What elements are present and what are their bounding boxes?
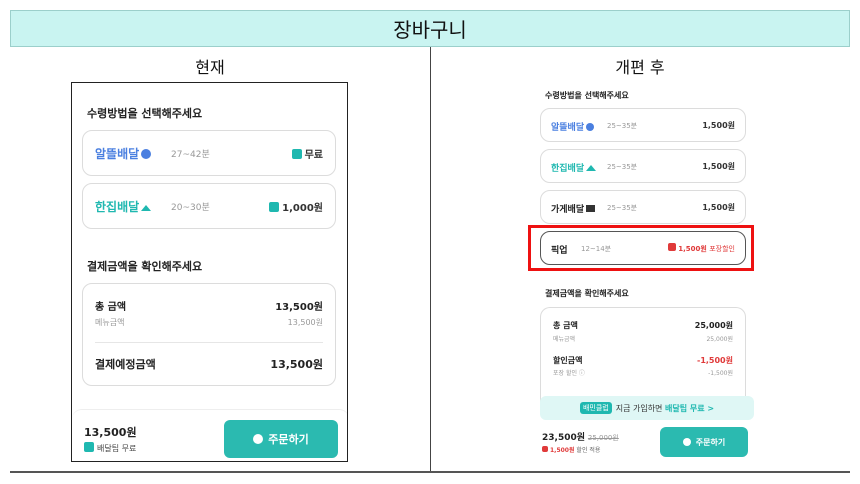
promo-text: 지금 가입하면 — [615, 403, 663, 413]
delivery-tip-icon — [291, 149, 302, 159]
footer-discount-note: 할인 적용 — [576, 447, 601, 454]
delivery-option-alddeul[interactable]: 알뜰배달 27~42분 무료 — [82, 130, 336, 176]
revised-heading: 개편 후 — [615, 58, 665, 77]
footer-total: 23,500원 — [542, 433, 586, 443]
payment-summary-card: 총 금액 25,000원 메뉴금액 25,000원 할인금액 -1,500원 포… — [540, 307, 746, 407]
promo-link[interactable]: 배달팁 무료 > — [665, 403, 714, 414]
delivery-tip-icon — [269, 202, 280, 212]
option-name: 한집배달 — [551, 164, 585, 174]
house-icon — [141, 205, 152, 211]
delivery-tip-icon — [84, 442, 94, 452]
option-time: 25~35분 — [607, 122, 638, 130]
current-heading: 현재 — [195, 58, 225, 77]
delivery-section-label: 수령방법을 선택해주세요 — [545, 91, 629, 100]
option-time: 20~30분 — [171, 203, 210, 213]
order-icon — [253, 434, 264, 444]
option-name: 한집배달 — [95, 200, 140, 214]
option-name: 알뜰배달 — [551, 123, 585, 133]
option-price: 1,500원 — [702, 162, 735, 171]
discount-value: -1,500원 — [697, 356, 733, 365]
footer-total: 13,500원 — [84, 426, 137, 439]
pack-discount-label: 포장 할인 ⓘ — [553, 370, 585, 377]
order-button-label: 주문하기 — [695, 437, 726, 447]
total-value: 13,500원 — [275, 302, 323, 313]
check-circle-icon — [586, 123, 595, 131]
option-name: 가게배달 — [551, 205, 585, 215]
page-title: 장바구니 — [10, 10, 850, 47]
payment-section-label: 결제금액을 확인해주세요 — [87, 260, 203, 273]
pickup-highlight-box — [528, 225, 754, 271]
option-price: 무료 — [304, 150, 323, 161]
option-time: 25~35분 — [607, 204, 638, 212]
payment-section-label: 결제금액을 확인해주세요 — [545, 289, 629, 298]
footer-original: 25,000원 — [587, 434, 619, 442]
order-footer: 23,500원 25,000원 1,500원 할인 적용 주문하기 — [532, 420, 756, 462]
current-phone-screen: 수령방법을 선택해주세요 알뜰배달 27~42분 무료 한집배달 20~30분 … — [71, 82, 348, 462]
option-price: 1,500원 — [702, 121, 735, 130]
expected-label: 결제예정금액 — [95, 358, 156, 371]
order-button[interactable]: 주문하기 — [224, 420, 338, 458]
discount-icon — [542, 446, 548, 452]
total-value: 25,000원 — [694, 321, 733, 330]
footer-note: 배달팁 무료 — [97, 444, 137, 453]
footer-discount: 1,500원 — [550, 447, 575, 454]
total-label: 총 금액 — [95, 302, 127, 313]
total-label: 총 금액 — [553, 321, 578, 330]
check-circle-icon — [141, 149, 152, 159]
menu-label: 메뉴금액 — [553, 336, 576, 343]
menu-label: 메뉴금액 — [95, 318, 125, 327]
order-button-label: 주문하기 — [268, 433, 309, 446]
delivery-option-hanjip[interactable]: 한집배달 25~35분 1,500원 — [540, 149, 746, 183]
order-footer: 13,500원 배달팁 무료 주문하기 — [72, 409, 347, 461]
delivery-option-store[interactable]: 가게배달 25~35분 1,500원 — [540, 190, 746, 224]
promo-tag: 배민클럽 — [579, 402, 612, 414]
expected-value: 13,500원 — [270, 358, 323, 371]
order-icon — [682, 438, 691, 446]
order-button[interactable]: 주문하기 — [660, 427, 748, 457]
delivery-option-alddeul[interactable]: 알뜰배달 25~35분 1,500원 — [540, 108, 746, 142]
option-price: 1,000원 — [282, 203, 323, 214]
option-price: 1,500원 — [702, 203, 735, 212]
club-promo-banner[interactable]: 배민클럽 지금 가입하면 배달팁 무료 > — [540, 396, 754, 420]
summary-separator — [95, 342, 323, 343]
column-divider — [430, 47, 431, 472]
payment-summary-card: 총 금액 13,500원 메뉴금액 13,500원 결제예정금액 13,500원 — [82, 283, 336, 386]
shop-icon — [586, 205, 596, 212]
pack-discount-value: -1,500원 — [708, 370, 733, 377]
delivery-option-hanjip[interactable]: 한집배달 20~30분 1,000원 — [82, 183, 336, 229]
bottom-divider — [10, 471, 850, 473]
option-time: 27~42분 — [171, 150, 210, 160]
menu-value: 25,000원 — [706, 336, 733, 343]
menu-value: 13,500원 — [287, 318, 323, 327]
delivery-section-label: 수령방법을 선택해주세요 — [87, 107, 203, 120]
discount-label: 할인금액 — [553, 356, 583, 365]
option-name: 알뜰배달 — [95, 147, 140, 161]
house-icon — [586, 165, 597, 171]
option-time: 25~35분 — [607, 163, 638, 171]
